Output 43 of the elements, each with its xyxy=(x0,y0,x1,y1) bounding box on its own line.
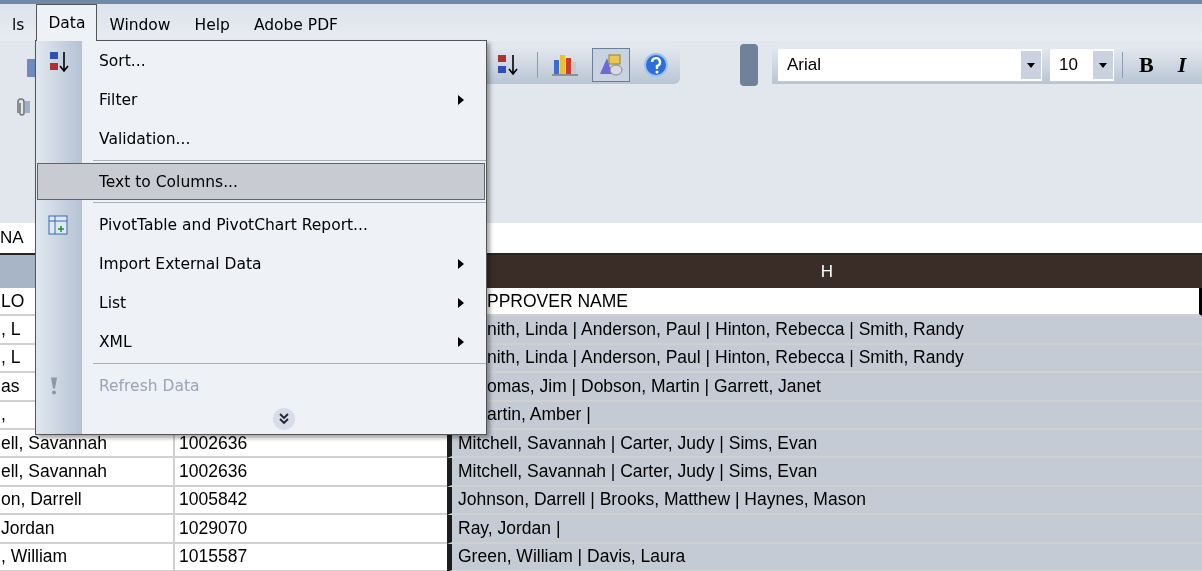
submenu-arrow-icon xyxy=(458,336,464,347)
submenu-arrow-icon xyxy=(458,297,464,308)
menu-item[interactable]: PivotTable and PivotChart Report... xyxy=(37,205,485,244)
table-cell: Ray, Jordan | xyxy=(447,515,1202,544)
table-cell: 1002636 xyxy=(175,458,447,487)
font-size-dropdown[interactable]: 10 xyxy=(1050,49,1114,81)
bold-button[interactable]: B xyxy=(1131,52,1162,78)
menu-item[interactable]: Filter xyxy=(37,80,485,119)
table-cell: on, Darrell xyxy=(0,486,175,516)
menu-item[interactable]: Validation... xyxy=(37,119,485,158)
table-cell: Green, William | Davis, Laura xyxy=(447,543,1202,571)
exclamation-icon xyxy=(48,376,60,395)
dropdown-arrow-icon xyxy=(1026,61,1036,69)
table-cell: 1015587 xyxy=(175,543,447,571)
font-dropdown[interactable]: Arial xyxy=(778,49,1042,81)
bar-chart-icon xyxy=(551,52,579,78)
table-cell: Johnson, Darrell | Brooks, Matthew | Haynes, Mason xyxy=(447,486,1202,516)
paperclip-icon xyxy=(14,97,31,117)
italic-button[interactable]: I xyxy=(1169,52,1195,78)
menu-bar-item[interactable]: Adobe PDF xyxy=(241,7,351,41)
table-cell: Mitchell, Savannah | Carter, Judy | Sims, Evan xyxy=(447,458,1202,487)
table-cell: Jordan xyxy=(0,515,175,544)
menu-bar-item[interactable]: Help xyxy=(182,7,242,41)
menu-item[interactable]: Sort... xyxy=(37,41,485,80)
expand-chevron-icon[interactable] xyxy=(272,407,296,431)
menu-item[interactable]: Text to Columns... xyxy=(37,163,485,200)
submenu-arrow-icon xyxy=(458,258,464,269)
name-box[interactable]: NA xyxy=(0,228,24,248)
shapes-icon xyxy=(597,52,625,78)
menu-bar-item[interactable]: Data xyxy=(36,4,98,41)
table-cell: 1029070 xyxy=(175,515,447,544)
shapes-button[interactable] xyxy=(592,48,630,82)
menu-bar-item[interactable]: Window xyxy=(97,7,183,41)
pivot-table-icon xyxy=(48,214,68,235)
help-icon xyxy=(643,52,671,78)
submenu-arrow-icon xyxy=(458,94,464,105)
table-cell: , William xyxy=(0,543,175,571)
dropdown-arrow-icon xyxy=(1098,61,1108,69)
table-cell: 1005842 xyxy=(175,486,447,516)
document-icon xyxy=(26,57,36,79)
menu-bar-item[interactable]: ls xyxy=(0,7,37,41)
table-cell: Mitchell, Savannah | Carter, Judy | Sims, Evan xyxy=(447,429,1202,459)
table-cell: ell, Savannah xyxy=(0,458,175,487)
